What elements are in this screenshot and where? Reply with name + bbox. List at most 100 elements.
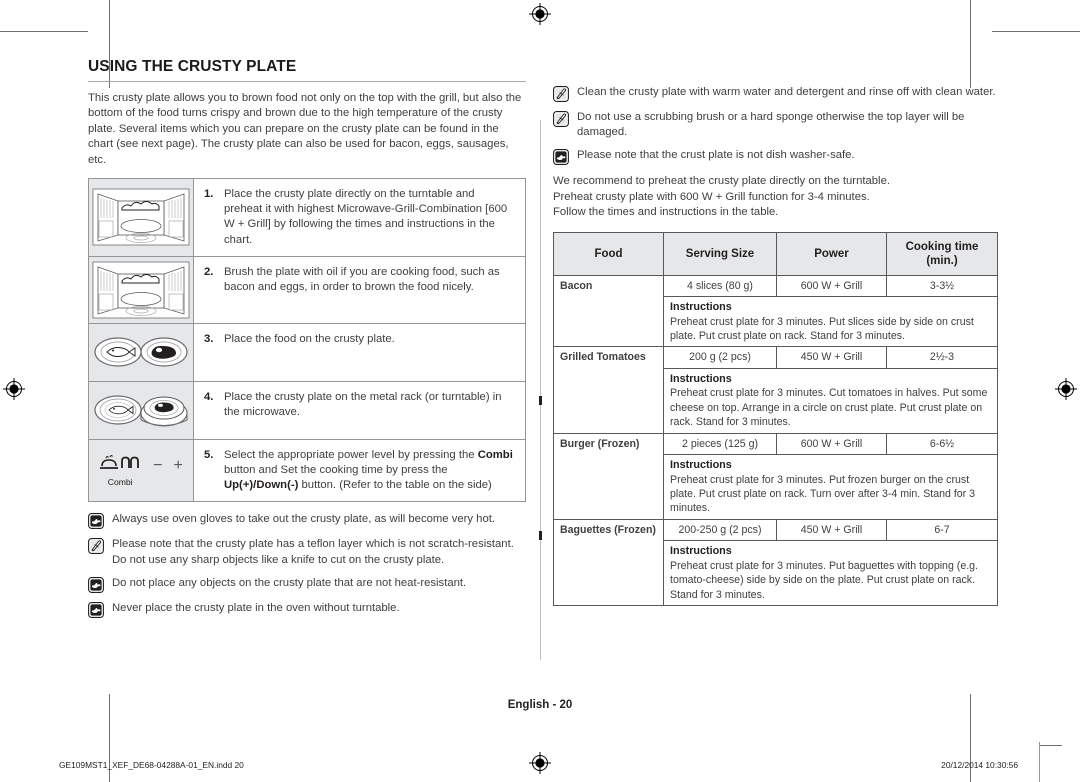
- plates-on-rack-icon: [89, 381, 194, 439]
- step-content: 4. Place the crusty plate on the metal r…: [194, 382, 525, 439]
- right-notes-list: Clean the crusty plate with warm water a…: [553, 85, 997, 166]
- cell-power: 450 W + Grill: [776, 518, 887, 542]
- page-number-label: English - 20: [507, 699, 573, 711]
- step-row: 2. Brush the plate with oil if you are c…: [89, 256, 525, 324]
- manual-page: USING THE CRUSTY PLATE This crusty plate…: [0, 0, 1080, 782]
- gutter-tick-upper: [539, 396, 542, 405]
- column-header-power: Power: [776, 231, 887, 276]
- step-text: Brush the plate with oil if you are cook…: [224, 265, 500, 294]
- step5-part-1: Combi: [477, 448, 513, 461]
- column-header-cooking-time: Cooking time (min.): [886, 231, 998, 276]
- cell-power: 450 W + Grill: [776, 346, 887, 369]
- step-row: Combi − + 5. Select the appropriate powe…: [89, 439, 525, 502]
- hand-pointer-icon: [88, 576, 104, 593]
- cell-power: 600 W + Grill: [776, 274, 887, 298]
- table-row: Bacon 4 slices (80 g) 600 W + Grill 3-3½: [553, 274, 998, 348]
- note-text: Never place the crusty plate in the oven…: [112, 601, 400, 614]
- note-text: Do not place any objects on the crusty p…: [112, 576, 467, 589]
- step-number: 2.: [204, 265, 214, 278]
- cell-instructions: Instructions Preheat crust plate for 3 m…: [663, 367, 998, 434]
- left-notes-list: Always use oven gloves to take out the c…: [88, 512, 526, 618]
- right-column: Clean the crusty plate with warm water a…: [553, 85, 998, 607]
- cell-serving-size: 4 slices (80 g): [663, 274, 777, 298]
- note-text: Clean the crusty plate with warm water a…: [577, 86, 996, 98]
- cell-cooking-time: 3-3½: [886, 274, 998, 298]
- note-text: Do not use a scrubbing brush or a hard s…: [577, 111, 965, 139]
- recommendation-line: Follow the times and instructions in the…: [553, 206, 779, 219]
- combi-button-icon: Combi − +: [89, 439, 194, 502]
- note-item: Clean the crusty plate with warm water a…: [553, 85, 997, 102]
- cooking-guide-table: Food Serving Size Power Cooking time (mi…: [553, 231, 998, 607]
- instructions-label: Instructions: [670, 459, 732, 472]
- instructions-label: Instructions: [670, 545, 732, 558]
- step-content: 1. Place the crusty plate directly on th…: [194, 179, 525, 256]
- footer-rule-horizontal: [1040, 745, 1062, 746]
- step-number: 1.: [204, 188, 214, 201]
- plates-fish-meat-icon: [89, 323, 194, 381]
- cell-food: Burger (Frozen): [553, 432, 664, 520]
- table-row: Grilled Tomatoes 200 g (2 pcs) 450 W + G…: [553, 346, 998, 434]
- step-text: Place the food on the crusty plate.: [224, 332, 395, 345]
- recommendation-line: We recommend to preheat the crusty plate…: [553, 175, 890, 188]
- hand-pointer-icon: [88, 513, 104, 530]
- footer-filename: GE109MST1_XEF_DE68-04288A-01_EN.indd 20: [59, 760, 244, 770]
- step5-part-5: button. (Refer to the table on the side): [298, 479, 492, 492]
- instructions-text: Preheat crust plate for 3 minutes. Cut t…: [670, 387, 988, 429]
- note-text: Always use oven gloves to take out the c…: [112, 513, 496, 526]
- column-header-serving-size: Serving Size: [663, 231, 777, 276]
- cell-power: 600 W + Grill: [776, 432, 887, 456]
- step-text: Place the crusty plate directly on the t…: [224, 188, 508, 246]
- step-row: 4. Place the crusty plate on the metal r…: [89, 381, 525, 440]
- step-row: 1. Place the crusty plate directly on th…: [89, 179, 525, 257]
- note-text: Please note that the crust plate is not …: [577, 149, 855, 162]
- cell-food: Grilled Tomatoes: [553, 346, 664, 434]
- step-number: 5.: [204, 448, 214, 461]
- hand-pointer-icon: [553, 149, 569, 166]
- title-underline: [88, 81, 526, 82]
- instructions-text: Preheat crust plate for 3 minutes. Put f…: [670, 473, 976, 515]
- note-item: Please note that the crust plate is not …: [553, 148, 997, 166]
- note-pencil-icon: [553, 111, 569, 127]
- step-number: 3.: [204, 332, 214, 345]
- step5-part-2: button and Set the cooking time by press…: [224, 464, 448, 477]
- combi-button-label: Combi: [107, 476, 133, 487]
- instructions-text: Preheat crust plate for 3 minutes. Put s…: [670, 315, 974, 343]
- cell-food: Baguettes (Frozen): [553, 518, 664, 607]
- cell-serving-size: 2 pieces (125 g): [663, 432, 777, 456]
- cell-instructions: Instructions Preheat crust plate for 3 m…: [663, 454, 998, 520]
- cooking-time-line1: Cooking time: [905, 240, 979, 253]
- step-text: Select the appropriate power level by pr…: [224, 448, 515, 494]
- minus-button-icon[interactable]: −: [153, 457, 162, 475]
- note-item: Always use oven gloves to take out the c…: [88, 512, 526, 530]
- cell-cooking-time: 6-7: [886, 518, 998, 542]
- hand-pointer-icon: [88, 601, 104, 618]
- column-header-food: Food: [553, 231, 664, 276]
- step5-part-4: Down(-): [256, 479, 299, 492]
- cell-cooking-time: 2½-3: [886, 346, 998, 369]
- microwave-open-door-icon: [89, 256, 194, 323]
- table-header-row: Food Serving Size Power Cooking time (mi…: [553, 231, 998, 276]
- note-item: Do not place any objects on the crusty p…: [88, 576, 526, 593]
- note-pencil-icon: [553, 86, 569, 102]
- column-gutter-line: [540, 120, 541, 660]
- step-content: 3. Place the food on the crusty plate.: [194, 324, 525, 381]
- step-content: 2. Brush the plate with oil if you are c…: [194, 257, 525, 323]
- steps-table: 1. Place the crusty plate directly on th…: [88, 178, 526, 503]
- instructions-text: Preheat crust plate for 3 minutes. Put b…: [670, 559, 978, 601]
- gutter-tick-lower: [539, 531, 542, 540]
- cell-instructions: Instructions Preheat crust plate for 3 m…: [663, 296, 998, 348]
- note-text: Please note that the crusty plate has a …: [112, 538, 514, 566]
- footer-timestamp: 20/12/2014 10:30:56: [941, 760, 1018, 770]
- step-row: 3. Place the food on the crusty plate.: [89, 323, 525, 382]
- note-item: Please note that the crusty plate has a …: [88, 537, 526, 567]
- step5-part-0: Select the appropriate power level by pr…: [224, 448, 478, 461]
- step-content: 5. Select the appropriate power level by…: [194, 440, 525, 502]
- cell-instructions: Instructions Preheat crust plate for 3 m…: [663, 540, 998, 607]
- recommendation-block: We recommend to preheat the crusty plate…: [553, 174, 997, 220]
- instructions-label: Instructions: [670, 372, 732, 385]
- plus-button-icon[interactable]: +: [174, 457, 183, 475]
- table-row: Burger (Frozen) 2 pieces (125 g) 600 W +…: [553, 432, 998, 520]
- table-row: Baguettes (Frozen) 200-250 g (2 pcs) 450…: [553, 518, 998, 607]
- cell-food: Bacon: [553, 274, 664, 348]
- recommendation-line: Preheat crusty plate with 600 W + Grill …: [553, 190, 870, 203]
